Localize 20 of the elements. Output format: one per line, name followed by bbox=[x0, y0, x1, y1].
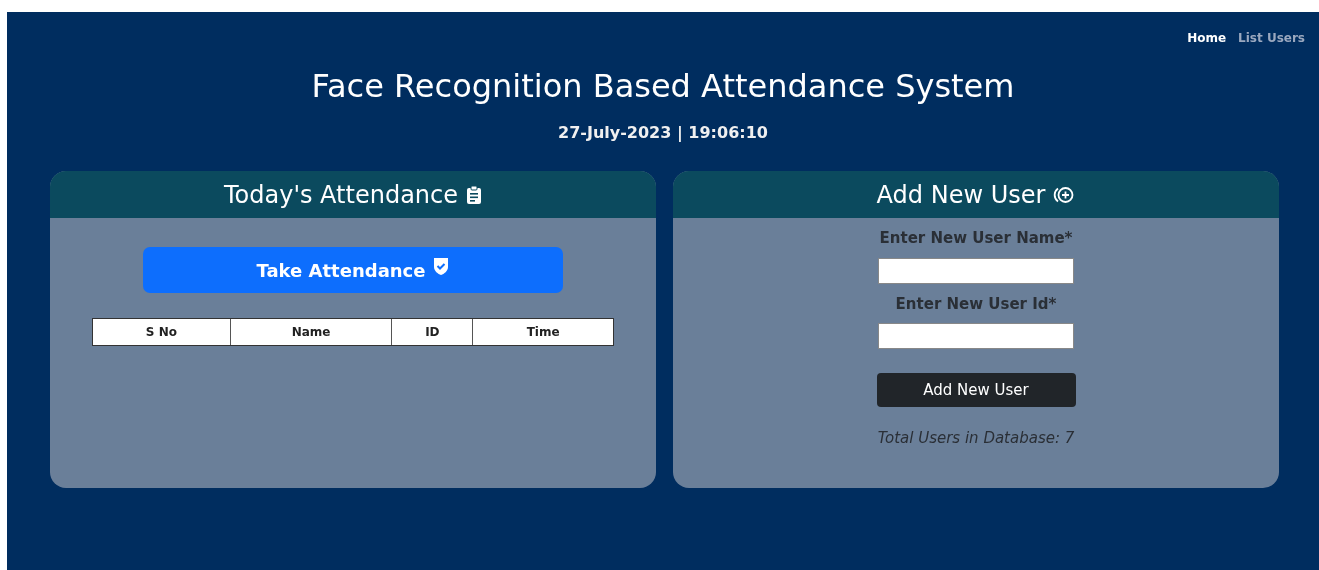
panel-title: Add New User bbox=[876, 179, 1046, 211]
table-header-cell: Name bbox=[229, 319, 392, 345]
field-label: Enter New User Id* bbox=[895, 293, 1057, 315]
shield-check-icon bbox=[433, 257, 450, 275]
nav-link[interactable]: Home bbox=[1187, 29, 1227, 52]
input-field[interactable] bbox=[878, 323, 1074, 349]
nav-link[interactable]: List Users bbox=[1238, 29, 1305, 52]
table-header-cell: Time bbox=[472, 319, 613, 345]
total-users-text: Total Users in Database: 7 bbox=[877, 428, 1075, 449]
table-header-cell: ID bbox=[391, 319, 473, 345]
take-attendance-button[interactable]: Take Attendance bbox=[143, 247, 563, 293]
plus-circle-icon bbox=[1053, 185, 1076, 204]
clipboard-icon bbox=[466, 185, 482, 204]
page-title: Face Recognition Based Attendance System bbox=[310, 66, 1016, 107]
table-header-cell-text: S No bbox=[144, 324, 178, 341]
input-field[interactable] bbox=[878, 257, 1074, 284]
date-time: 27-July-2023 | 19:06:10 bbox=[557, 122, 769, 144]
panel-title: Today's Attendance bbox=[223, 179, 458, 211]
add-user-button[interactable]: Add New User bbox=[876, 373, 1076, 407]
field-label: Enter New User Name* bbox=[879, 228, 1073, 249]
